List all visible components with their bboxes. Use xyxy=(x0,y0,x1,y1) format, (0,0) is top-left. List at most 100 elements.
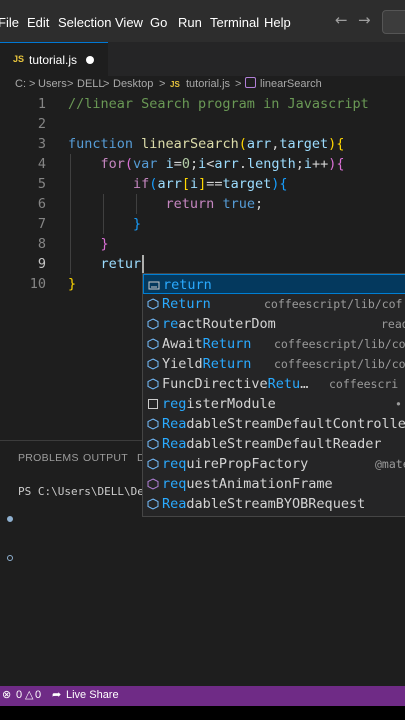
line-number: 8 xyxy=(37,236,46,252)
command-center[interactable] xyxy=(382,10,405,34)
code-text: } xyxy=(133,216,142,232)
suggestion-item[interactable]: requestAnimationFrame xyxy=(143,474,405,494)
arrow-right-icon[interactable]: → xyxy=(358,11,371,29)
menu-run[interactable]: Run xyxy=(178,15,202,30)
suggestion-label: Return xyxy=(162,296,211,312)
live-share-icon[interactable]: ➦ xyxy=(52,688,61,701)
suggestion-item[interactable]: FuncDirectiveRetu… coffeescri xyxy=(143,374,405,394)
code-line: 4 for(var i=0;i<arr.length;i++){ xyxy=(0,154,405,174)
suggestion-detail: coffeescri xyxy=(329,377,399,391)
suggestion-label: reactRouterDom xyxy=(162,316,276,332)
line-number: 4 xyxy=(37,156,46,172)
module-icon xyxy=(147,358,159,370)
dirty-dot-icon[interactable] xyxy=(86,56,94,64)
editor-tab-bar: JS tutorial.js xyxy=(0,42,405,76)
menu-file[interactable]: File xyxy=(0,15,19,30)
line-number: 1 xyxy=(37,96,46,112)
suggestion-item[interactable]: registerModule • xyxy=(143,394,405,414)
menu-edit[interactable]: Edit xyxy=(27,15,49,30)
module-icon xyxy=(147,418,159,430)
breadcrumb-drive[interactable]: C: xyxy=(15,78,26,90)
menu-view[interactable]: View xyxy=(115,15,143,30)
suggestion-detail: coffeescript/lib/co xyxy=(274,357,405,371)
suggestion-label: requestAnimationFrame xyxy=(162,476,333,492)
breadcrumb-users[interactable]: Users xyxy=(38,78,67,90)
suggestion-label: return xyxy=(163,277,212,293)
live-share-button[interactable]: Live Share xyxy=(66,689,119,701)
module-icon xyxy=(147,298,159,310)
code-line: 5 if(arr[i]==target){ xyxy=(0,174,405,194)
suggestion-detail: @mate xyxy=(375,457,405,471)
menu-help[interactable]: Help xyxy=(264,15,291,30)
keyword-icon xyxy=(148,281,160,290)
suggestion-label: ReadableStreamDefaultReader xyxy=(162,436,382,452)
breadcrumb-file[interactable]: tutorial.js xyxy=(186,78,230,90)
suggestion-item[interactable]: Return coffeescript/lib/cof xyxy=(143,294,405,314)
warning-count[interactable]: 0 xyxy=(35,689,41,701)
breadcrumb-desktop[interactable]: Desktop xyxy=(113,78,153,90)
suggestion-label: registerModule xyxy=(162,396,276,412)
suggestion-item[interactable]: ReadableStreamDefaultReader xyxy=(143,434,405,454)
terminal-decoration-icon xyxy=(7,555,13,561)
suggestion-detail: read xyxy=(381,317,405,331)
module-icon xyxy=(147,338,159,350)
module-icon xyxy=(147,498,159,510)
chevron-right-icon: > xyxy=(235,78,242,90)
suggestion-item[interactable]: ReadableStreamBYOBRequest xyxy=(143,494,405,514)
chevron-right-icon: > xyxy=(103,78,110,90)
suggestion-item[interactable]: ReadableStreamDefaultControlle xyxy=(143,414,405,434)
line-number: 3 xyxy=(37,136,46,152)
chevron-right-icon: > xyxy=(29,78,36,90)
tab-problems[interactable]: PROBLEMS xyxy=(18,452,79,464)
menu-terminal[interactable]: Terminal xyxy=(210,15,259,30)
suggestion-label: AwaitReturn xyxy=(162,336,252,352)
chevron-right-icon: > xyxy=(67,78,74,90)
suggestion-detail: coffeescript/lib/co xyxy=(274,337,405,351)
menu-selection[interactable]: Selection xyxy=(58,15,111,30)
suggestion-detail: • xyxy=(395,397,402,411)
suggestion-item[interactable]: reactRouterDom read xyxy=(143,314,405,334)
suggestion-item[interactable]: AwaitReturn coffeescript/lib/co xyxy=(143,334,405,354)
code-text: for(var i=0;i<arr.length;i++){ xyxy=(100,156,345,172)
line-number: 9 xyxy=(37,256,46,272)
module-icon xyxy=(147,378,159,390)
vscode-window: File Edit Selection View Go Run Terminal… xyxy=(0,0,405,706)
code-text: function linearSearch(arr,target){ xyxy=(68,136,345,152)
javascript-file-icon: JS xyxy=(170,80,180,89)
chevron-right-icon: > xyxy=(159,78,166,90)
suggestion-label: ReadableStreamDefaultControlle xyxy=(162,416,405,432)
warning-icon[interactable]: △ xyxy=(25,688,33,701)
tab-output[interactable]: OUTPUT xyxy=(83,452,128,464)
module-icon xyxy=(147,438,159,450)
breadcrumb-symbol[interactable]: linearSearch xyxy=(260,78,322,90)
text-cursor xyxy=(142,255,144,273)
module-icon xyxy=(147,318,159,330)
line-number: 7 xyxy=(37,216,46,232)
suggestion-label: FuncDirectiveRetu… xyxy=(162,376,309,392)
code-text: if(arr[i]==target){ xyxy=(133,176,288,192)
code-text: return true; xyxy=(165,196,264,212)
suggestion-item[interactable]: return xyxy=(143,274,405,294)
menu-go[interactable]: Go xyxy=(150,15,167,30)
code-line: 3 function linearSearch(arr,target){ xyxy=(0,134,405,154)
breadcrumb-dell[interactable]: DELL xyxy=(77,78,105,90)
terminal-decoration-icon xyxy=(7,516,13,522)
code-line: 8 } xyxy=(0,234,405,254)
code-text: retur xyxy=(100,256,142,272)
module-icon xyxy=(147,458,159,470)
error-icon[interactable]: ⊗ xyxy=(2,688,11,701)
code-line: 1 //linear Search program in Javascript xyxy=(0,94,405,114)
suggestion-label: requirePropFactory xyxy=(162,456,309,472)
status-bar: ⊗ 0 △ 0 ➦ Live Share xyxy=(0,686,405,706)
tab-tutorial-js[interactable]: JS tutorial.js xyxy=(0,42,108,76)
error-count[interactable]: 0 xyxy=(16,689,22,701)
arrow-left-icon[interactable]: ← xyxy=(335,11,348,29)
menu-bar: File Edit Selection View Go Run Terminal… xyxy=(0,0,405,42)
line-number: 2 xyxy=(37,116,46,132)
function-symbol-icon xyxy=(245,77,256,88)
code-line: 7 } xyxy=(0,214,405,234)
suggestion-item[interactable]: YieldReturn coffeescript/lib/co xyxy=(143,354,405,374)
method-icon xyxy=(147,478,159,490)
suggestion-item[interactable]: requirePropFactory @mate xyxy=(143,454,405,474)
javascript-file-icon: JS xyxy=(13,54,25,64)
